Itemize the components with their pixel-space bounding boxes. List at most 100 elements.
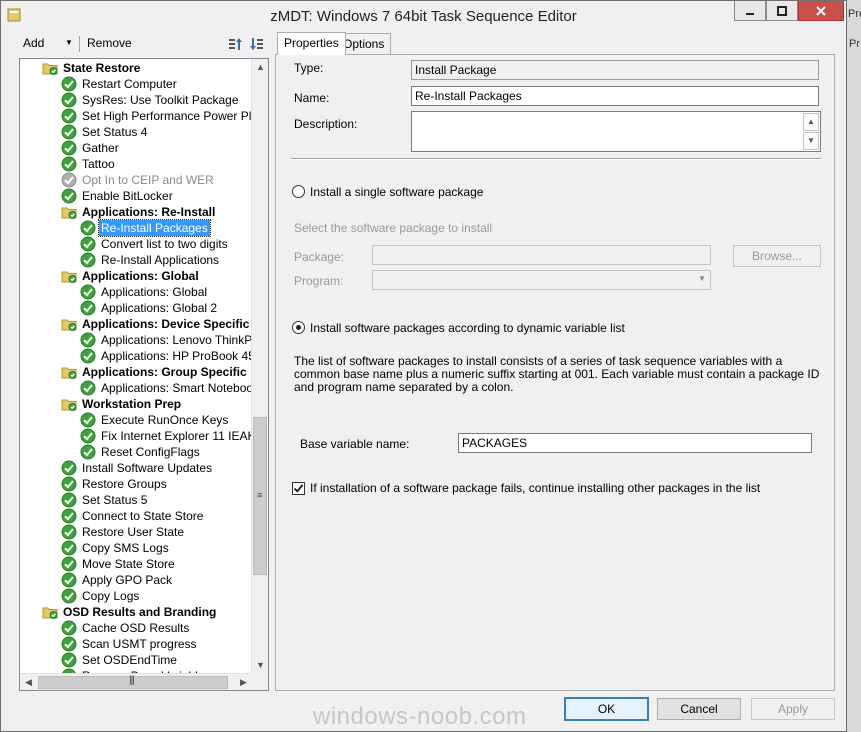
tree-item-label: Tattoo bbox=[82, 157, 115, 171]
tree-item-label: Applications: Global bbox=[82, 269, 199, 283]
move-up-icon[interactable] bbox=[227, 36, 243, 52]
tree-item[interactable]: Applications: Lenovo ThinkPad bbox=[80, 332, 252, 348]
cancel-button[interactable]: Cancel bbox=[657, 698, 741, 720]
tree-item[interactable]: Re-Install Packages bbox=[80, 219, 211, 237]
tree-item[interactable]: Restart Computer bbox=[61, 76, 179, 92]
single-package-radio[interactable] bbox=[292, 185, 305, 198]
continue-on-failure-checkbox[interactable] bbox=[292, 482, 305, 495]
tree-item[interactable]: Execute RunOnce Keys bbox=[80, 412, 230, 428]
tree-group[interactable]: OSD Results and Branding bbox=[42, 604, 218, 620]
tree-horizontal-scrollbar[interactable]: ◀ ||| ▶ bbox=[20, 673, 252, 690]
single-package-label[interactable]: Install a single software package bbox=[310, 185, 483, 199]
folder-icon bbox=[42, 60, 58, 76]
remove-button[interactable]: Remove bbox=[87, 36, 132, 50]
check-circle-icon bbox=[80, 236, 96, 252]
title-bar[interactable]: zMDT: Windows 7 64bit Task Sequence Edit… bbox=[1, 1, 846, 31]
tree-item[interactable]: Applications: Smart Notebook bbox=[80, 380, 252, 396]
check-circle-icon bbox=[80, 300, 96, 316]
tree-item-label: Applications: Device Specific bbox=[82, 317, 250, 331]
scroll-thumb[interactable]: ≡ bbox=[253, 417, 267, 575]
check-circle-icon bbox=[61, 620, 77, 636]
scroll-down-icon[interactable]: ▼ bbox=[803, 132, 819, 150]
ok-button[interactable]: OK bbox=[564, 697, 649, 721]
scroll-up-icon[interactable]: ▲ bbox=[252, 59, 268, 76]
tree-item-label: Gather bbox=[82, 141, 119, 155]
tree-item-label: Re-Install Packages bbox=[98, 219, 211, 237]
tree-item[interactable]: Set High Performance Power Plan - bbox=[61, 108, 252, 124]
tree-group[interactable]: Applications: Global bbox=[61, 268, 201, 284]
tree-item[interactable]: SysRes: Use Toolkit Package bbox=[61, 92, 241, 108]
select-package-hint: Select the software package to install bbox=[294, 221, 493, 235]
maximize-button[interactable] bbox=[766, 1, 798, 21]
grip-icon: ||| bbox=[129, 675, 135, 686]
tree-item[interactable]: Restore Groups bbox=[61, 476, 169, 492]
tree-item[interactable]: Scan USMT progress bbox=[61, 636, 199, 652]
tree-item[interactable]: Tattoo bbox=[61, 156, 117, 172]
check-circle-icon bbox=[61, 652, 77, 668]
scroll-thumb-horizontal[interactable]: ||| bbox=[38, 675, 228, 689]
maximize-icon bbox=[777, 5, 787, 16]
tree-item[interactable]: Set OSDEndTime bbox=[61, 652, 179, 668]
tree-group[interactable]: Applications: Group Specific bbox=[61, 364, 249, 380]
add-menu-button[interactable]: Add bbox=[23, 36, 44, 50]
tree-vertical-scrollbar[interactable]: ▲ ≡ ▼ bbox=[251, 59, 268, 674]
check-circle-icon bbox=[61, 460, 77, 476]
tree-item[interactable]: Enable BitLocker bbox=[61, 188, 175, 204]
scroll-left-icon[interactable]: ◀ bbox=[20, 674, 37, 690]
tree-item[interactable]: Move State Store bbox=[61, 556, 177, 572]
check-circle-icon bbox=[80, 380, 96, 396]
scroll-down-icon[interactable]: ▼ bbox=[252, 657, 268, 674]
tree-item[interactable]: Restore User State bbox=[61, 524, 186, 540]
tree-item[interactable]: Reset ConfigFlags bbox=[80, 444, 202, 460]
tab-properties[interactable]: Properties bbox=[277, 32, 346, 55]
tree-group[interactable]: Workstation Prep bbox=[61, 396, 183, 412]
minimize-button[interactable] bbox=[734, 1, 766, 21]
dynamic-list-radio[interactable] bbox=[292, 321, 305, 334]
tree-item[interactable]: Copy SMS Logs bbox=[61, 540, 171, 556]
tree-item-label: Scan USMT progress bbox=[82, 637, 197, 651]
dynamic-list-label[interactable]: Install software packages according to d… bbox=[310, 321, 625, 335]
check-circle-icon bbox=[80, 444, 96, 460]
tree-item[interactable]: Cache OSD Results bbox=[61, 620, 191, 636]
base-variable-field[interactable]: PACKAGES bbox=[458, 433, 812, 453]
tree-item[interactable]: Connect to State Store bbox=[61, 508, 205, 524]
tree-item[interactable]: Fix Internet Explorer 11 IEAK Pr bbox=[80, 428, 252, 444]
tree-item[interactable]: Opt In to CEIP and WER bbox=[61, 172, 216, 188]
scroll-right-icon[interactable]: ▶ bbox=[235, 674, 252, 690]
check-circle-icon bbox=[61, 492, 77, 508]
tree-item[interactable]: Apply GPO Pack bbox=[61, 572, 174, 588]
tree-item[interactable]: Gather bbox=[61, 140, 121, 156]
folder-icon bbox=[61, 268, 77, 284]
tree-group[interactable]: Applications: Re-Install bbox=[61, 204, 217, 220]
check-circle-icon bbox=[80, 252, 96, 268]
chevron-down-icon[interactable]: ▼ bbox=[65, 38, 73, 47]
tree-item[interactable]: Install Software Updates bbox=[61, 460, 214, 476]
tree-item[interactable]: Copy Logs bbox=[61, 588, 141, 604]
description-field[interactable]: ▲ ▼ bbox=[411, 111, 821, 152]
tree-item[interactable]: Applications: Global 2 bbox=[80, 300, 219, 316]
program-dropdown: ▼ bbox=[372, 270, 711, 290]
minimize-icon bbox=[746, 12, 754, 15]
tree-item-label: Applications: Group Specific bbox=[82, 365, 247, 379]
tree-item[interactable]: Applications: Global bbox=[80, 284, 209, 300]
tree-item[interactable]: Convert list to two digits bbox=[80, 236, 230, 252]
tree-item-label: Install Software Updates bbox=[82, 461, 213, 475]
tree-viewport: State Restore Restart Computer SysRes: Use… bbox=[20, 59, 252, 674]
tree-group[interactable]: Applications: Device Specific bbox=[61, 316, 251, 332]
tree-item[interactable]: Re-Install Applications bbox=[80, 252, 221, 268]
check-circle-icon bbox=[61, 636, 77, 652]
check-circle-icon bbox=[80, 348, 96, 364]
move-down-icon[interactable] bbox=[249, 36, 265, 52]
tree-item[interactable]: Applications: HP ProBook 450 G bbox=[80, 348, 252, 364]
name-field[interactable]: Re-Install Packages bbox=[411, 86, 819, 106]
tree-item[interactable]: Set Status 4 bbox=[61, 124, 149, 140]
tree-item-label: Set Status 4 bbox=[82, 125, 148, 139]
continue-on-failure-label[interactable]: If installation of a software package fa… bbox=[310, 481, 760, 495]
folder-icon bbox=[61, 364, 77, 380]
tree-item[interactable]: Set Status 5 bbox=[61, 492, 149, 508]
check-circle-icon bbox=[80, 412, 96, 428]
task-sequence-tree[interactable]: State Restore Restart Computer SysRes: Use… bbox=[19, 58, 269, 691]
close-button[interactable] bbox=[798, 1, 844, 21]
tree-group[interactable]: State Restore bbox=[42, 60, 142, 76]
scroll-up-icon[interactable]: ▲ bbox=[803, 113, 819, 131]
